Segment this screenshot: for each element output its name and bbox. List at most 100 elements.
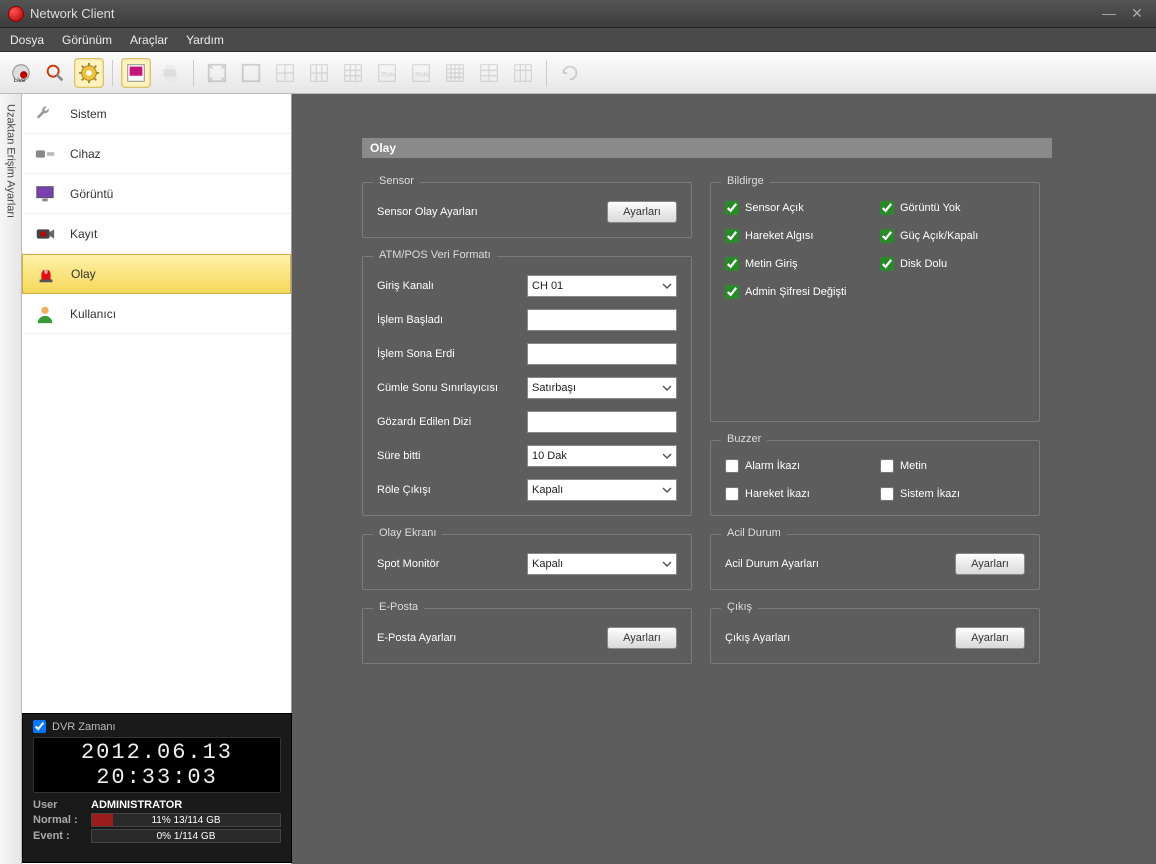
checkbox-icon[interactable]	[725, 201, 739, 215]
group-event-screen: Olay Ekranı Spot MonitörKapalı	[362, 534, 692, 590]
titlebar: Network Client — ✕	[0, 0, 1156, 28]
emergency-label: Acil Durum Ayarları	[725, 558, 955, 570]
atm-ignore-label: Gözardı Edilen Dizi	[377, 416, 527, 428]
sidebar-item-label: Kayıt	[70, 227, 97, 241]
atm-trans-end-label: İşlem Sona Erdi	[377, 348, 527, 360]
svg-text:36div: 36div	[415, 71, 431, 78]
group-sensor: Sensor Sensor Olay Ayarları Ayarları	[362, 182, 692, 238]
checkbox-icon[interactable]	[880, 487, 894, 501]
atm-line-delim-select[interactable]: Satırbaşı	[527, 377, 677, 399]
toolbar-grid1-button	[236, 58, 266, 88]
panel-title: Olay	[362, 138, 1052, 158]
email-label: E-Posta Ayarları	[377, 632, 607, 644]
checkbox-icon[interactable]	[880, 257, 894, 271]
emergency-button[interactable]: Ayarları	[955, 553, 1025, 575]
group-legend: ATM/POS Veri Formatı	[373, 249, 497, 261]
siren-icon	[35, 263, 57, 285]
toolbar-separator	[112, 60, 113, 86]
toolbar-refresh-button	[555, 58, 585, 88]
chk-buzzer-text[interactable]: Metin	[880, 459, 1025, 473]
wrench-icon	[34, 103, 56, 125]
toolbar-settings-button[interactable]	[74, 58, 104, 88]
toolbar-live-button[interactable]: Live	[6, 58, 36, 88]
chk-disk-full[interactable]: Disk Dolu	[880, 257, 1025, 271]
checkbox-icon[interactable]	[880, 459, 894, 473]
status-panel: DVR Zamanı 2012.06.13 20:33:03 User ADMI…	[22, 713, 292, 863]
group-legend: Buzzer	[721, 433, 767, 445]
group-buzzer: Buzzer Alarm İkazı Metin Hareket İkazı S…	[710, 440, 1040, 516]
vertical-tab[interactable]: Uzaktan Erişim Ayarları	[0, 94, 22, 864]
toolbar-grid16-button	[440, 58, 470, 88]
menu-help[interactable]: Yardım	[186, 33, 224, 47]
checkbox-icon[interactable]	[880, 201, 894, 215]
sidebar-item-user[interactable]: Kullanıcı	[22, 294, 291, 334]
checkbox-icon[interactable]	[725, 487, 739, 501]
chk-text-in[interactable]: Metin Giriş	[725, 257, 870, 271]
user-icon	[34, 303, 56, 325]
chk-buzzer-alarm[interactable]: Alarm İkazı	[725, 459, 870, 473]
toolbar-separator	[193, 60, 194, 86]
menu-tools[interactable]: Araçlar	[130, 33, 168, 47]
toolbar-panel-button[interactable]	[121, 58, 151, 88]
group-legend: Sensor	[373, 175, 420, 187]
email-button[interactable]: Ayarları	[607, 627, 677, 649]
toolbar-search-button[interactable]	[40, 58, 70, 88]
atm-line-delim-label: Cümle Sonu Sınırlayıcısı	[377, 382, 527, 394]
toolbar-separator	[546, 60, 547, 86]
group-atmpos: ATM/POS Veri Formatı Giriş KanalıCH 01 İ…	[362, 256, 692, 516]
sidebar-item-display[interactable]: Görüntü	[22, 174, 291, 214]
chk-motion[interactable]: Hareket Algısı	[725, 229, 870, 243]
atm-timeout-select[interactable]: 10 Dak	[527, 445, 677, 467]
group-legend: E-Posta	[373, 601, 424, 613]
atm-input-channel-select[interactable]: CH 01	[527, 275, 677, 297]
checkbox-icon[interactable]	[725, 229, 739, 243]
minimize-button[interactable]: —	[1098, 6, 1120, 22]
sidebar-item-device[interactable]: Cihaz	[22, 134, 291, 174]
menu-view[interactable]: Görünüm	[62, 33, 112, 47]
atm-ignore-input[interactable]	[527, 411, 677, 433]
toolbar-grid6-button	[304, 58, 334, 88]
menu-file[interactable]: Dosya	[10, 33, 44, 47]
monitor-icon	[34, 183, 56, 205]
chk-power[interactable]: Güç Açık/Kapalı	[880, 229, 1025, 243]
output-button[interactable]: Ayarları	[955, 627, 1025, 649]
chk-sensor-on[interactable]: Sensor Açık	[725, 201, 870, 215]
group-legend: Bildirge	[721, 175, 770, 187]
checkbox-icon[interactable]	[725, 459, 739, 473]
toolbar-grid4-button	[270, 58, 300, 88]
atm-trans-start-input[interactable]	[527, 309, 677, 331]
user-value: ADMINISTRATOR	[91, 799, 182, 811]
sensor-settings-button[interactable]: Ayarları	[607, 201, 677, 223]
toolbar-grid25-button: 25div	[372, 58, 402, 88]
spot-monitor-select[interactable]: Kapalı	[527, 553, 677, 575]
checkbox-icon[interactable]	[725, 257, 739, 271]
chk-buzzer-motion[interactable]: Hareket İkazı	[725, 487, 870, 501]
output-label: Çıkış Ayarları	[725, 632, 955, 644]
sidebar-item-record[interactable]: Kayıt	[22, 214, 291, 254]
sidebar-item-event[interactable]: Olay	[22, 254, 291, 294]
dvr-time-checkbox[interactable]	[33, 720, 46, 733]
group-output: Çıkış Çıkış AyarlarıAyarları	[710, 608, 1040, 664]
checkbox-icon[interactable]	[880, 229, 894, 243]
chk-video-loss[interactable]: Görüntü Yok	[880, 201, 1025, 215]
close-button[interactable]: ✕	[1126, 6, 1148, 22]
event-bar-text: 0% 1/114 GB	[92, 831, 280, 842]
chk-admin-pw[interactable]: Admin Şifresi Değişti	[725, 285, 1025, 299]
content-area: Olay Sensor Sensor Olay Ayarları Ayarlar…	[292, 94, 1156, 864]
checkbox-icon[interactable]	[725, 285, 739, 299]
toolbar-print-button	[155, 58, 185, 88]
normal-label: Normal :	[33, 814, 85, 826]
group-notification: Bildirge Sensor Açık Görüntü Yok Hareket…	[710, 182, 1040, 422]
menubar: Dosya Görünüm Araçlar Yardım	[0, 28, 1156, 52]
atm-relay-select[interactable]: Kapalı	[527, 479, 677, 501]
toolbar-gridalt-button	[474, 58, 504, 88]
vertical-tab-label: Uzaktan Erişim Ayarları	[5, 104, 17, 218]
group-legend: Acil Durum	[721, 527, 787, 539]
chk-buzzer-system[interactable]: Sistem İkazı	[880, 487, 1025, 501]
sidebar-item-system[interactable]: Sistem	[22, 94, 291, 134]
toolbar-grid36-button: 36div	[406, 58, 436, 88]
atm-trans-end-input[interactable]	[527, 343, 677, 365]
spot-monitor-label: Spot Monitör	[377, 558, 527, 570]
toolbar-fullscreen-button	[202, 58, 232, 88]
svg-text:25div: 25div	[381, 71, 397, 78]
